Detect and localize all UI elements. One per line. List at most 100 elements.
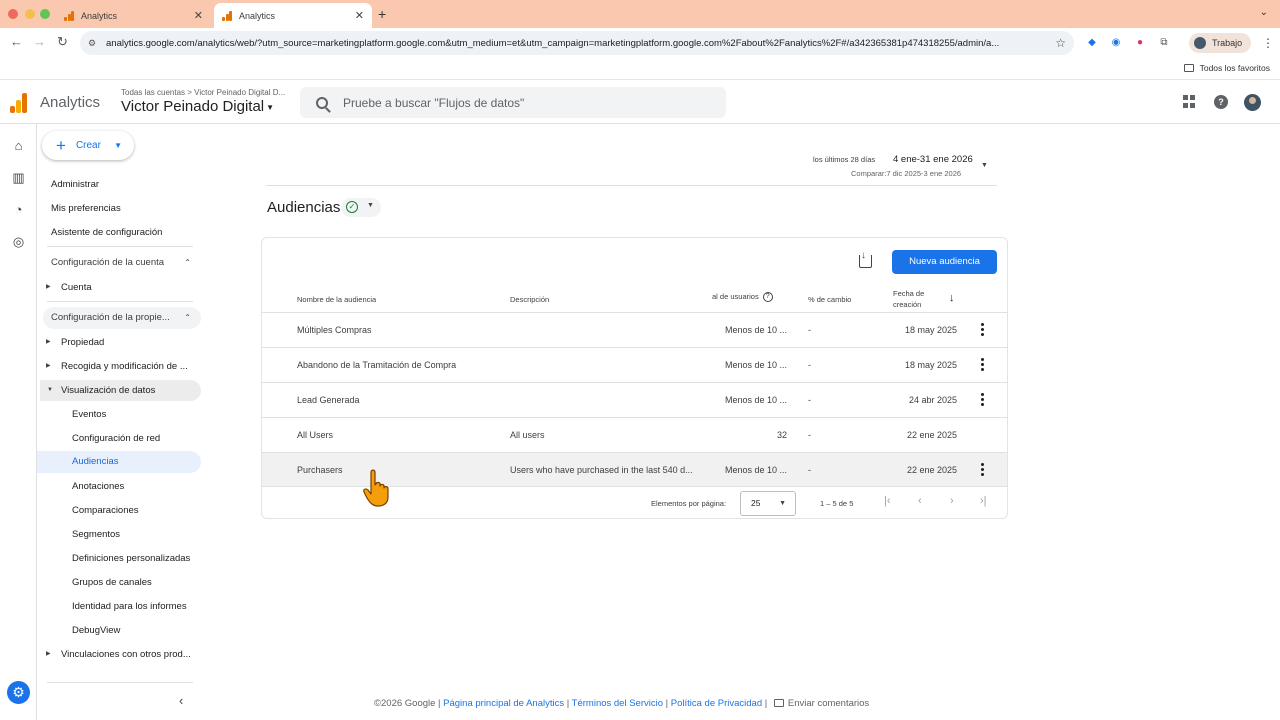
nav-anotaciones[interactable]: Anotaciones (72, 481, 124, 492)
browser-tab-bar: Analytics ✕ Analytics ✕ + ⌄ (0, 0, 1280, 28)
per-page-label: Elementos por página: (651, 499, 727, 508)
create-button[interactable]: + Crear ▼ (42, 131, 134, 160)
table-row[interactable]: Lead Generada Menos de 10 ... - 24 abr 2… (262, 382, 1007, 417)
reload-icon[interactable]: ↻ (57, 34, 68, 50)
profile-avatar (1194, 37, 1206, 49)
browser-tab-2[interactable]: Analytics ✕ (214, 3, 372, 28)
nav-recogida-modificacion[interactable]: ▶ Recogida y modificación de ... (46, 361, 188, 372)
help-icon[interactable]: ? (1214, 95, 1228, 109)
browser-tab-1[interactable]: Analytics ✕ (56, 3, 211, 28)
back-arrow-icon[interactable]: ← (10, 34, 23, 49)
new-audience-button[interactable]: Nueva audiencia (892, 250, 997, 274)
extensions-puzzle-icon[interactable]: ⧉ (1158, 37, 1170, 49)
close-tab-icon[interactable]: ✕ (194, 9, 203, 22)
bookmarks-bar: Todos los favoritos (0, 58, 1280, 80)
audience-name[interactable]: All Users (297, 430, 333, 440)
nav-grupos-canales[interactable]: Grupos de canales (72, 577, 152, 588)
privacy-policy-link[interactable]: Política de Privacidad (671, 698, 762, 709)
nav-definiciones-personalizadas[interactable]: Definiciones personalizadas (72, 553, 190, 564)
analytics-home-link[interactable]: Página principal de Analytics (443, 698, 564, 709)
column-header-users[interactable]: al de usuarios? (712, 292, 773, 303)
nav-vinculaciones[interactable]: ▶ Vinculaciones con otros prod... (46, 649, 191, 660)
profile-button[interactable]: Trabajo (1189, 33, 1251, 53)
address-bar[interactable]: ⚙ analytics.google.com/analytics/web/?ut… (80, 31, 1074, 55)
nav-segmentos[interactable]: Segmentos (72, 529, 120, 540)
row-more-vert-icon[interactable] (980, 323, 986, 337)
sort-descending-arrow-icon[interactable]: ↓ (949, 292, 955, 304)
column-header-description[interactable]: Descripción (510, 295, 549, 304)
nav-administrar[interactable]: Administrar (51, 179, 99, 190)
table-row[interactable]: Múltiples Compras Menos de 10 ... - 18 m… (262, 312, 1007, 347)
audience-change: - (808, 360, 811, 370)
all-bookmarks-folder[interactable]: Todos los favoritos (1183, 63, 1270, 73)
nav-debugview[interactable]: DebugView (72, 625, 120, 636)
hand-pointer-cursor-icon (363, 469, 389, 507)
verified-status-chip[interactable]: ✓ ▼ (341, 198, 381, 217)
table-row[interactable]: All Users All users 32 - 22 ene 2025 (262, 417, 1007, 452)
nav-visualizacion-datos[interactable]: ▼ Visualización de datos (40, 380, 201, 401)
per-page-select[interactable]: 25 ▼ (740, 491, 796, 516)
audience-change: - (808, 465, 811, 475)
search-input[interactable]: Pruebe a buscar "Flujos de datos" (300, 87, 726, 118)
nav-comparaciones[interactable]: Comparaciones (72, 505, 139, 516)
account-picker[interactable]: Victor Peinado Digital ▼ (121, 98, 274, 115)
admin-gear-icon[interactable]: ⚙ (7, 681, 30, 704)
nav-eventos[interactable]: Eventos (72, 409, 106, 420)
forward-arrow-icon[interactable]: → (33, 34, 46, 49)
home-icon[interactable]: ⌂ (11, 138, 26, 153)
column-header-label: creación (893, 300, 922, 309)
close-tab-icon[interactable]: ✕ (355, 9, 364, 22)
nav-audiencias[interactable]: Audiencias (37, 451, 201, 473)
apps-grid-icon[interactable] (1183, 95, 1197, 109)
bookmark-star-icon[interactable]: ☆ (1055, 36, 1066, 50)
divider (47, 246, 193, 247)
browser-menu-icon[interactable]: ⋮ (1262, 36, 1274, 50)
window-zoom-button[interactable] (40, 9, 50, 19)
section-label: Configuración de la propie... (51, 312, 170, 323)
section-account-settings[interactable]: Configuración de la cuenta ⌃ (43, 252, 201, 274)
collapse-sidebar-chevron-icon[interactable]: ‹ (179, 693, 183, 708)
extension-eye-icon[interactable]: ◉ (1110, 37, 1122, 49)
column-header-name[interactable]: Nombre de la audiencia (297, 295, 376, 304)
extension-color-icon[interactable]: ● (1134, 37, 1146, 49)
reports-icon[interactable]: ▥ (11, 170, 26, 185)
explore-icon[interactable]: ◔ (11, 202, 26, 217)
row-more-vert-icon[interactable] (980, 463, 986, 477)
tab-search-chevron-icon[interactable]: ⌄ (1260, 7, 1268, 18)
nav-cuenta[interactable]: ▶ Cuenta (46, 282, 92, 293)
column-header-change[interactable]: % de cambio (808, 295, 851, 304)
audience-name[interactable]: Abandono de la Tramitación de Compra (297, 360, 456, 370)
extension-tag-icon[interactable]: ◆ (1086, 37, 1098, 49)
nav-identidad-informes[interactable]: Identidad para los informes (72, 601, 187, 612)
table-row[interactable]: Abandono de la Tramitación de Compra Men… (262, 347, 1007, 382)
breadcrumb[interactable]: Todas las cuentas > Victor Peinado Digit… (121, 88, 285, 97)
nav-propiedad[interactable]: ▶ Propiedad (46, 337, 104, 348)
last-page-icon[interactable]: ›| (980, 495, 987, 507)
section-property-settings[interactable]: Configuración de la propie... ⌃ (43, 307, 201, 329)
next-page-icon[interactable]: › (950, 495, 954, 507)
previous-page-icon[interactable]: ‹ (918, 495, 922, 507)
site-settings-icon[interactable]: ⚙ (88, 38, 98, 48)
app-name[interactable]: Analytics (40, 94, 100, 111)
window-close-button[interactable] (8, 9, 18, 19)
terms-of-service-link[interactable]: Términos del Servicio (572, 698, 663, 709)
chevron-up-icon: ⌃ (184, 258, 191, 267)
row-more-vert-icon[interactable] (980, 358, 986, 372)
column-header-created[interactable]: Fecha de creación (893, 289, 924, 309)
advertising-icon[interactable]: ◎ (11, 234, 26, 249)
window-minimize-button[interactable] (25, 9, 35, 19)
audience-name[interactable]: Lead Generada (297, 395, 360, 405)
nav-asistente-configuracion[interactable]: Asistente de configuración (51, 227, 162, 238)
first-page-icon[interactable]: |‹ (884, 495, 891, 507)
help-circle-icon[interactable]: ? (762, 292, 773, 303)
row-more-vert-icon[interactable] (980, 393, 986, 407)
audience-name[interactable]: Múltiples Compras (297, 325, 372, 335)
download-icon[interactable] (859, 250, 872, 268)
user-avatar[interactable] (1244, 94, 1261, 111)
analytics-logo-icon[interactable] (10, 93, 28, 113)
audience-name[interactable]: Purchasers (297, 465, 343, 475)
nav-configuracion-red[interactable]: Configuración de red (72, 433, 160, 444)
nav-mis-preferencias[interactable]: Mis preferencias (51, 203, 121, 214)
send-feedback-link[interactable]: Enviar comentarios (788, 698, 869, 709)
new-tab-icon[interactable]: + (378, 6, 386, 22)
